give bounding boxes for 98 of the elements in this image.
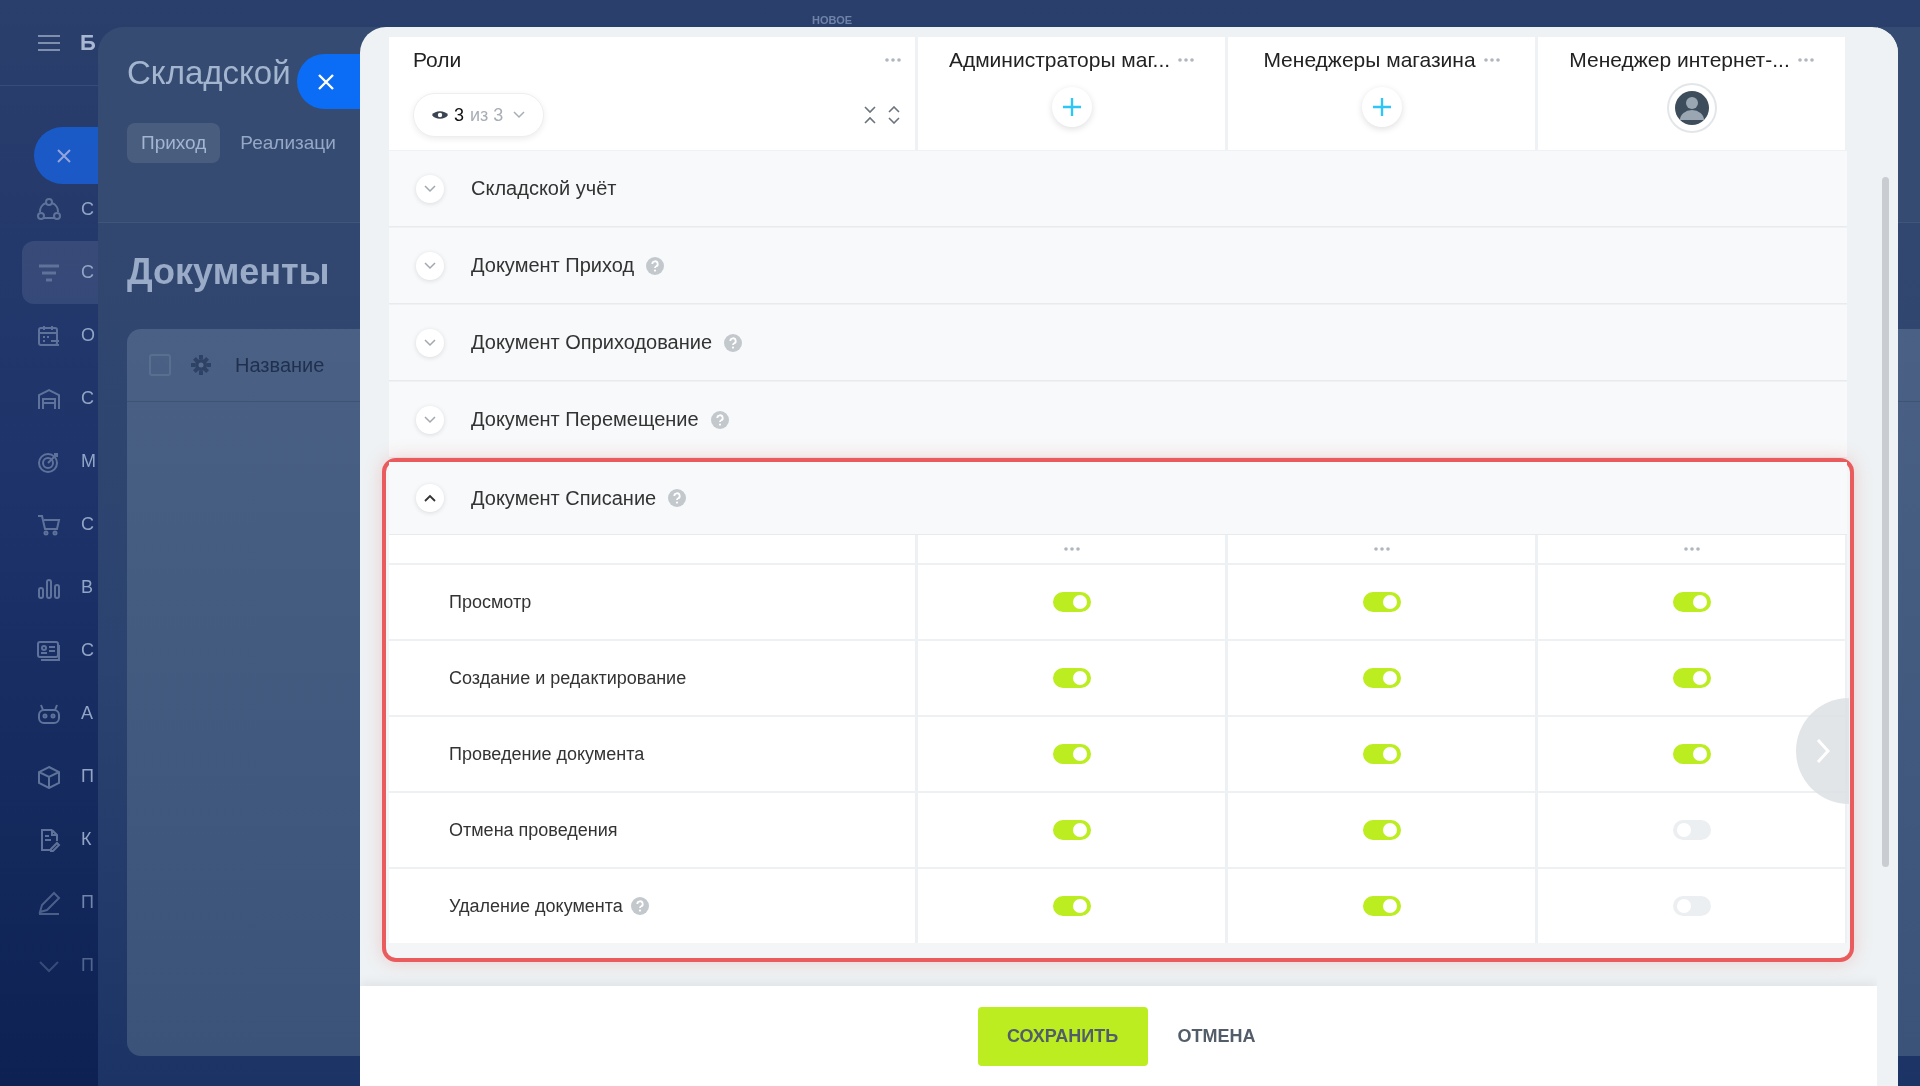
more-icon[interactable] (1373, 547, 1390, 551)
sidebar-item[interactable]: В (0, 556, 98, 619)
app-title: Б (80, 29, 96, 56)
caret-icon (513, 111, 526, 119)
close-icon (317, 72, 335, 91)
role-title: Менеджеры магазина (1263, 48, 1476, 72)
section-title: Документ Оприходование (471, 331, 713, 354)
box-icon (37, 764, 61, 789)
chevron-icon (1815, 738, 1830, 764)
permission-label: Удаление документа (449, 895, 623, 917)
chevron-icon (424, 338, 436, 347)
panel-title: Складской (127, 54, 291, 92)
more-icon[interactable] (1797, 58, 1814, 62)
toggle-switch[interactable] (1052, 592, 1091, 612)
plus-icon (1062, 98, 1081, 116)
help-icon[interactable] (724, 333, 743, 352)
calendar-icon (37, 323, 61, 348)
help-icon[interactable] (646, 256, 665, 275)
toggle-switch[interactable] (1362, 744, 1401, 764)
help-icon[interactable] (630, 897, 649, 915)
cancel-button[interactable]: ОТМЕНА (1173, 1017, 1260, 1055)
toggle-switch[interactable] (1052, 668, 1091, 688)
page-heading: Документы (127, 251, 330, 294)
role-title: Администраторы маг... (948, 48, 1171, 72)
expand-toggle[interactable] (416, 328, 444, 357)
expand-toggle[interactable] (416, 174, 444, 203)
close-button[interactable] (297, 54, 360, 109)
avatar[interactable] (1666, 83, 1717, 133)
tab[interactable]: Реализаци (240, 123, 350, 163)
garage-icon (37, 386, 61, 411)
section-row[interactable]: Документ Оприходование (389, 305, 1847, 381)
help-icon[interactable] (710, 410, 729, 429)
toggle-switch[interactable] (1672, 744, 1711, 764)
more-icon[interactable] (885, 58, 901, 62)
permission-label: Создание и редактирование (449, 667, 687, 689)
plus-icon (1372, 98, 1391, 116)
save-button[interactable]: СОХРАНИТЬ (977, 1006, 1148, 1066)
cart-icon (37, 512, 61, 537)
toggle-switch[interactable] (1362, 592, 1401, 612)
nodes-icon (37, 197, 61, 222)
toggle-switch[interactable] (1672, 592, 1711, 612)
toggle-switch[interactable] (1052, 820, 1091, 840)
sidebar-item[interactable]: К (0, 808, 98, 871)
chevron-icon (424, 184, 436, 193)
more-icon[interactable] (1178, 58, 1195, 62)
settings-icon[interactable] (191, 355, 211, 375)
chevron-icon (424, 415, 436, 424)
close-icon (56, 147, 72, 164)
sidebar-item[interactable]: С (0, 367, 98, 430)
toggle-switch[interactable] (1052, 744, 1091, 764)
tab[interactable]: Приход (127, 123, 221, 163)
toggle-switch[interactable] (1362, 668, 1401, 688)
section-row[interactable]: Документ Перемещение (389, 382, 1847, 458)
permission-label: Проведение документа (449, 743, 645, 765)
menu-icon[interactable] (37, 33, 61, 52)
toggle-switch[interactable] (1362, 820, 1401, 840)
sidebar-item[interactable]: П (0, 871, 98, 934)
more-icon[interactable] (1683, 547, 1700, 551)
section-row[interactable]: Документ Списание (389, 462, 1847, 535)
expand-toggle[interactable] (416, 251, 444, 280)
eye-icon (432, 110, 448, 120)
toggle-switch[interactable] (1672, 668, 1711, 688)
toggle-switch[interactable] (1052, 896, 1091, 916)
more-icon[interactable] (1063, 547, 1080, 551)
section-title: Складской учёт (471, 177, 617, 200)
sidebar-item[interactable]: М (0, 430, 98, 493)
chevron-icon (424, 261, 436, 270)
section-title: Документ Списание (471, 486, 657, 510)
sidebar-item[interactable]: П (0, 745, 98, 808)
expand-toggle[interactable] (416, 484, 444, 512)
new-label: НОВОЕ (812, 14, 853, 26)
column-title: Роли (413, 48, 462, 72)
visibility-dropdown[interactable]: 3 из 3 (413, 93, 545, 137)
sidebar-item[interactable]: С (0, 493, 98, 556)
card-icon (37, 638, 61, 663)
permission-label: Просмотр (449, 591, 532, 613)
help-icon[interactable] (668, 489, 687, 507)
sidebar-item[interactable]: А (0, 682, 98, 745)
sidebar-item[interactable]: С (0, 619, 98, 682)
add-button[interactable] (1051, 87, 1092, 127)
permission-label: Отмена проведения (449, 819, 618, 841)
expand-icon[interactable] (887, 106, 901, 124)
chevron-icon (424, 494, 436, 502)
expand-toggle[interactable] (416, 405, 444, 434)
add-button[interactable] (1361, 87, 1402, 127)
toggle-switch[interactable] (1362, 896, 1401, 916)
pen-icon (37, 890, 61, 915)
more-icon[interactable] (1483, 58, 1500, 62)
sidebar-item[interactable]: С (0, 178, 98, 241)
sidebar-item[interactable]: С (22, 241, 98, 304)
section-row[interactable]: Складской учёт (389, 151, 1847, 227)
collapse-icon[interactable] (863, 106, 877, 124)
role-title: Менеджер интернет-... (1569, 48, 1790, 72)
sidebar-item[interactable]: О (0, 304, 98, 367)
section-row[interactable]: Документ Приход (389, 228, 1847, 304)
scrollbar[interactable] (1882, 177, 1889, 867)
section-title: Документ Приход (471, 254, 635, 277)
section-title: Документ Перемещение (471, 408, 699, 431)
